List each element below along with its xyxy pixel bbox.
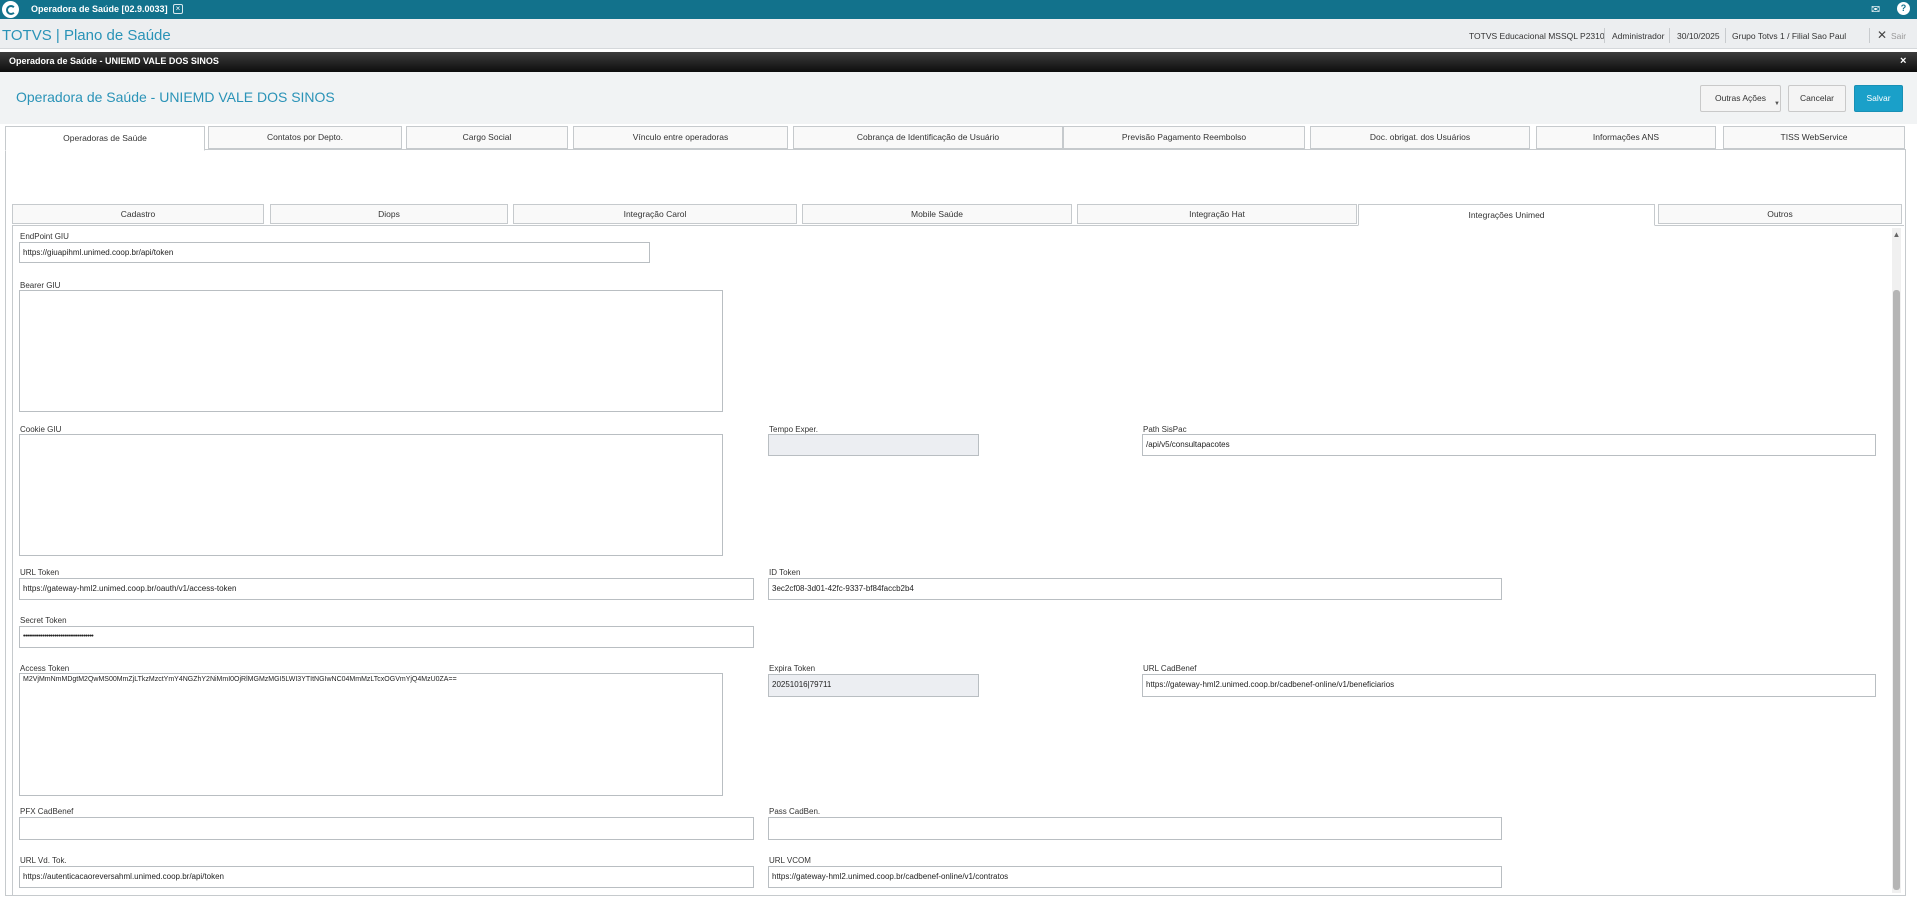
- other-actions-label: Outras Ações: [1714, 93, 1767, 103]
- scrollbar-thumb[interactable]: [1893, 290, 1900, 890]
- pass-cadben-label: Pass CadBen.: [769, 807, 821, 816]
- top-bar: [0, 0, 1917, 19]
- path-sispac-label: Path SisPac: [1143, 425, 1187, 434]
- url-vd-tok-input[interactable]: https://autenticacaoreversahml.unimed.co…: [19, 866, 754, 888]
- id-token-input[interactable]: 3ec2cf08-3d01-42fc-9337-bf84faccb2b4: [768, 578, 1502, 600]
- tab-contatos-por-depto[interactable]: Contatos por Depto.: [208, 126, 402, 149]
- secret-token-label: Secret Token: [20, 616, 67, 625]
- tab-cobranca-identificacao[interactable]: Cobrança de Identificação de Usuário: [793, 126, 1063, 149]
- endpoint-giu-input[interactable]: https://giuapihml.unimed.coop.br/api/tok…: [19, 242, 650, 263]
- access-token-label: Access Token: [20, 664, 70, 673]
- tab-cargo-social[interactable]: Cargo Social: [406, 126, 568, 149]
- tempo-exper-input[interactable]: [768, 434, 979, 456]
- tab-tiss-webservice[interactable]: TISS WebService: [1723, 126, 1905, 149]
- date-info: 30/10/2025: [1677, 31, 1720, 41]
- dialog-close-icon[interactable]: ×: [1900, 55, 1906, 67]
- branch-info: Grupo Totvs 1 / Filial Sao Paul: [1732, 31, 1847, 41]
- tab-informacoes-ans[interactable]: Informações ANS: [1536, 126, 1716, 149]
- expira-token-input[interactable]: 20251016|79711: [768, 674, 979, 697]
- dialog-title: Operadora de Saúde - UNIEMD VALE DOS SIN…: [9, 56, 219, 66]
- logout-button[interactable]: Sair: [1891, 31, 1906, 41]
- page-title: Operadora de Saúde - UNIEMD VALE DOS SIN…: [16, 89, 335, 105]
- pass-cadben-input[interactable]: [768, 817, 1502, 840]
- subtab-mobile-saude[interactable]: Mobile Saúde: [802, 204, 1072, 224]
- chevron-down-icon[interactable]: ▼: [1774, 101, 1780, 107]
- mail-icon[interactable]: ✉: [1871, 3, 1880, 16]
- access-token-textarea[interactable]: M2VjMmNmMDgtM2QwMS00MmZjLTkzMzctYmY4NGZh…: [19, 673, 723, 796]
- brand-title: TOTVS | Plano de Saúde: [2, 27, 171, 44]
- url-vcom-input[interactable]: https://gateway-hml2.unimed.coop.br/cadb…: [768, 866, 1502, 888]
- cancel-button[interactable]: Cancelar: [1788, 85, 1846, 112]
- url-cadbenef-label: URL CadBenef: [1143, 664, 1197, 673]
- pfx-cadbenef-input[interactable]: [19, 817, 754, 840]
- save-button[interactable]: Salvar: [1854, 85, 1903, 112]
- divider: [1604, 28, 1605, 43]
- environment-info: TOTVS Educacional MSSQL P2310: [1469, 31, 1605, 41]
- logout-icon[interactable]: ✕: [1877, 28, 1887, 42]
- url-token-label: URL Token: [20, 568, 60, 577]
- divider: [1869, 28, 1870, 43]
- bearer-giu-label: Bearer GIU: [20, 281, 61, 290]
- user-info: Administrador: [1612, 31, 1665, 41]
- endpoint-giu-label: EndPoint GIU: [20, 232, 69, 241]
- id-token-label: ID Token: [769, 568, 801, 577]
- url-vcom-label: URL VCOM: [769, 856, 811, 865]
- pfx-cadbenef-label: PFX CadBenef: [20, 807, 74, 816]
- app-tab-label[interactable]: Operadora de Saúde [02.9.0033]: [31, 4, 168, 14]
- url-vd-tok-label: URL Vd. Tok.: [20, 856, 67, 865]
- subtab-integracoes-unimed[interactable]: Integrações Unimed: [1358, 204, 1655, 226]
- bearer-giu-textarea[interactable]: [19, 290, 723, 412]
- expira-token-label: Expira Token: [769, 664, 816, 673]
- divider: [1669, 28, 1670, 43]
- secret-token-input[interactable]: ••••••••••••••••••••••••••••••••••••: [19, 626, 754, 648]
- subtab-integracao-hat[interactable]: Integração Hat: [1077, 204, 1357, 224]
- url-cadbenef-input[interactable]: https://gateway-hml2.unimed.coop.br/cadb…: [1142, 674, 1876, 697]
- cookie-giu-textarea[interactable]: [19, 434, 723, 556]
- tab-doc-obrigat-usuarios[interactable]: Doc. obrigat. dos Usuários: [1310, 126, 1530, 149]
- subtab-integracao-carol[interactable]: Integração Carol: [513, 204, 797, 224]
- url-token-input[interactable]: https://gateway-hml2.unimed.coop.br/oaut…: [19, 578, 754, 600]
- other-actions-button[interactable]: Outras Ações: [1700, 85, 1781, 112]
- divider: [1725, 28, 1726, 43]
- tempo-exper-label: Tempo Exper.: [769, 425, 818, 434]
- close-icon[interactable]: ×: [173, 4, 183, 14]
- subtab-outros[interactable]: Outros: [1658, 204, 1902, 224]
- subtab-cadastro[interactable]: Cadastro: [12, 204, 264, 224]
- tab-operadoras-de-saude[interactable]: Operadoras de Saúde: [5, 126, 205, 151]
- tab-previsao-pagamento-reembolso[interactable]: Previsão Pagamento Reembolso: [1063, 126, 1305, 149]
- help-icon[interactable]: ?: [1897, 2, 1910, 15]
- tab-vinculo-entre-operadoras[interactable]: Vínculo entre operadoras: [573, 126, 788, 149]
- path-sispac-input[interactable]: /api/v5/consultapacotes: [1142, 434, 1876, 456]
- scroll-up-icon[interactable]: ▲: [1892, 230, 1901, 240]
- dialog-title-bar: [0, 52, 1917, 72]
- totvs-logo-icon[interactable]: [2, 1, 19, 18]
- subtab-diops[interactable]: Diops: [270, 204, 508, 224]
- cookie-giu-label: Cookie GIU: [20, 425, 62, 434]
